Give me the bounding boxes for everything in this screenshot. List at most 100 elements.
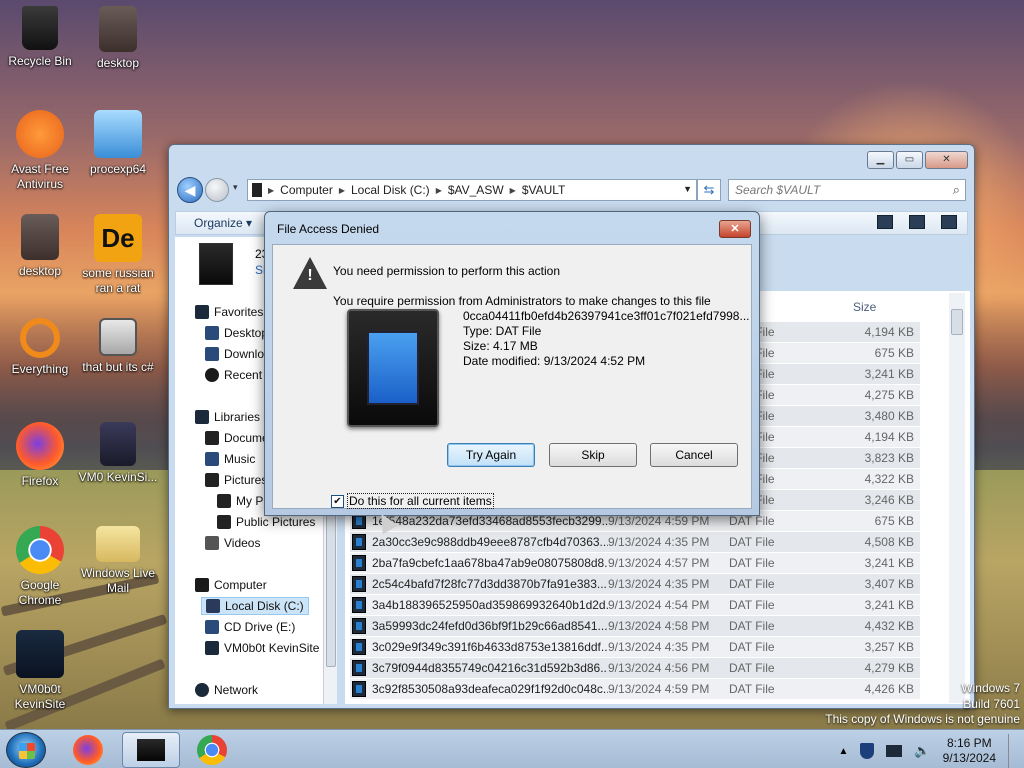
- folder-icon: [217, 515, 231, 529]
- nav-item-vm0b0t[interactable]: VM0b0t KevinSite: [205, 641, 319, 655]
- nav-item-pictures[interactable]: Pictures: [205, 473, 267, 487]
- maximize-button[interactable]: ▭: [896, 151, 923, 169]
- taskbar-chrome[interactable]: [184, 732, 242, 768]
- desktop-icon-that-but-its-cs[interactable]: that but its c#: [78, 318, 158, 375]
- dialog-close-button[interactable]: ✕: [719, 220, 751, 238]
- file-type-cell: DAT File: [729, 640, 775, 654]
- breadcrumb-vault[interactable]: $VAULT: [522, 183, 566, 197]
- nav-item-videos[interactable]: Videos: [205, 536, 260, 550]
- column-header-size[interactable]: Size: [853, 300, 876, 314]
- checkbox-label[interactable]: Do this for all current items: [347, 493, 494, 509]
- desktop-icon-firefox[interactable]: Firefox: [0, 422, 80, 489]
- mail-icon: [96, 526, 140, 562]
- table-row[interactable]: 3c92f8530508a93deafeca029f1f92d0c048c...…: [350, 679, 920, 699]
- firefox-icon: [73, 735, 103, 765]
- warning-mark: !: [307, 267, 313, 284]
- desktop-icon-some-russian[interactable]: De some russian ran a rat: [78, 214, 158, 296]
- cancel-button[interactable]: Cancel: [650, 443, 738, 467]
- organize-menu[interactable]: Organize ▾: [194, 216, 252, 230]
- file-type-cell: DAT File: [729, 556, 775, 570]
- table-row[interactable]: 3a59993dc24fefd0d36bf9f1b29c66ad8541... 9…: [350, 616, 920, 636]
- table-row[interactable]: 3c79f0944d8355749c04216c31d592b3d86... 9/…: [350, 658, 920, 678]
- change-view-icon[interactable]: [877, 215, 893, 229]
- file-list-scrollbar[interactable]: [949, 293, 965, 703]
- file-size-cell: 4,426 KB: [864, 682, 914, 696]
- music-icon: [205, 452, 219, 466]
- file-name-cell: 2c54c4bafd7f28fc77d3dd3870b7fa91e383...: [372, 577, 607, 591]
- do-this-for-all-checkbox[interactable]: ✔ Do this for all current items: [331, 493, 494, 509]
- file-name-cell: 2ba7fa9cbefc1aa678ba47ab9e08075808d8...: [372, 556, 608, 570]
- desktop-icon-windows-live-mail[interactable]: Windows Live Mail: [78, 526, 158, 596]
- desktop-icon-vm0b0t[interactable]: VM0b0t KevinSite: [0, 630, 80, 712]
- forward-button[interactable]: [205, 178, 229, 202]
- chevron-down-icon[interactable]: ▼: [683, 184, 692, 194]
- table-row[interactable]: 3c029e9f349c391f6b4633d8753e13816ddf... 9…: [350, 637, 920, 657]
- file-date-cell: 9/13/2024 4:35 PM: [608, 535, 710, 549]
- recent-pages-dropdown[interactable]: ▾: [233, 182, 238, 193]
- preview-pane-icon[interactable]: [909, 215, 925, 229]
- desktop-icon-vm0[interactable]: VM0 KevinSi...: [78, 422, 158, 485]
- file-type-cell: DAT File: [729, 598, 775, 612]
- desktop-icon-google-chrome[interactable]: Google Chrome: [0, 526, 80, 608]
- nav-item-cd-drive[interactable]: CD Drive (E:): [205, 620, 295, 634]
- show-hidden-icons-button[interactable]: ▲: [839, 746, 849, 757]
- desktop-icon-recycle-bin[interactable]: Recycle Bin: [0, 6, 80, 69]
- breadcrumb-computer[interactable]: Computer: [280, 183, 333, 197]
- try-again-button[interactable]: Try Again: [447, 443, 535, 467]
- skip-button[interactable]: Skip: [549, 443, 637, 467]
- close-button[interactable]: ✕: [925, 151, 968, 169]
- breadcrumb-local-disk[interactable]: Local Disk (C:): [351, 183, 430, 197]
- table-row[interactable]: 3a4b188396525950ad359869932640b1d2d... 9/…: [350, 595, 920, 615]
- help-icon[interactable]: [941, 215, 957, 229]
- file-access-denied-dialog[interactable]: File Access Denied ✕ ! You need permissi…: [264, 211, 760, 535]
- folder-large-icon: [199, 243, 233, 285]
- start-button[interactable]: [6, 732, 46, 768]
- pictures-icon: [205, 473, 219, 487]
- videos-icon: [205, 536, 219, 550]
- file-modified: Date modified: 9/13/2024 4:52 PM: [463, 354, 646, 368]
- checkbox[interactable]: ✔: [331, 494, 344, 508]
- hard-drive-icon: [206, 599, 220, 613]
- minimize-button[interactable]: ▁: [867, 151, 894, 169]
- table-row[interactable]: 2a30cc3e9c988ddb49eee8787cfb4d70363... 9/…: [350, 532, 920, 552]
- shield-icon[interactable]: [860, 743, 875, 759]
- nav-item-desktop[interactable]: Desktop: [205, 326, 268, 340]
- taskbar-explorer[interactable]: [122, 732, 180, 768]
- breadcrumb-av-asw[interactable]: $AV_ASW: [448, 183, 504, 197]
- desktop-icon: [205, 326, 219, 340]
- desktop-icon-desktop[interactable]: desktop: [78, 6, 158, 71]
- chrome-icon: [197, 735, 227, 765]
- desktop-icon-avast[interactable]: Avast Free Antivirus: [0, 110, 80, 192]
- back-button[interactable]: ◀: [177, 177, 203, 203]
- file-name-cell: 3a4b188396525950ad359869932640b1d2d...: [372, 598, 608, 612]
- star-icon: [195, 305, 209, 319]
- table-row[interactable]: 2c54c4bafd7f28fc77d3dd3870b7fa91e383... 9…: [350, 574, 920, 594]
- file-size-cell: 4,322 KB: [864, 472, 914, 486]
- show-desktop-button[interactable]: [1008, 734, 1018, 768]
- explorer-icon: [137, 739, 165, 761]
- volume-icon[interactable]: 🔈: [914, 743, 930, 759]
- file-date-cell: 9/13/2024 4:58 PM: [608, 619, 710, 633]
- taskbar-firefox[interactable]: [60, 732, 118, 768]
- nav-item-libraries[interactable]: Libraries: [195, 410, 260, 424]
- file-type: Type: DAT File: [463, 324, 542, 338]
- table-row[interactable]: 2ba7fa9cbefc1aa678ba47ab9e08075808d8... 9…: [350, 553, 920, 573]
- nav-item-favorites[interactable]: Favorites: [195, 305, 263, 319]
- not-genuine-notice: This copy of Windows is not genuine: [825, 712, 1020, 726]
- file-date-cell: 9/13/2024 4:59 PM: [608, 514, 710, 528]
- nav-item-local-disk[interactable]: Local Disk (C:): [201, 597, 309, 615]
- nav-item-computer[interactable]: Computer: [195, 578, 267, 592]
- network-tray-icon[interactable]: [886, 745, 903, 757]
- address-bar[interactable]: ▶ Computer ▶ Local Disk (C:) ▶ $AV_ASW ▶…: [247, 179, 697, 201]
- nav-item-network[interactable]: Network: [195, 683, 258, 697]
- nav-item-music[interactable]: Music: [205, 452, 255, 466]
- nav-item-public-pictures[interactable]: Public Pictures: [217, 515, 315, 529]
- scrollbar-thumb[interactable]: [951, 309, 963, 335]
- file-thumbnail-icon: [347, 309, 439, 427]
- refresh-button[interactable]: ⇆: [697, 179, 721, 201]
- desktop-icon-everything[interactable]: Everything: [0, 318, 80, 377]
- desktop-icon-procexp64[interactable]: procexp64: [78, 110, 158, 177]
- search-input[interactable]: Search $VAULT ⌕: [728, 179, 966, 201]
- clock[interactable]: 8:16 PM 9/13/2024: [943, 736, 996, 766]
- desktop-icon-desktop-2[interactable]: desktop: [0, 214, 80, 279]
